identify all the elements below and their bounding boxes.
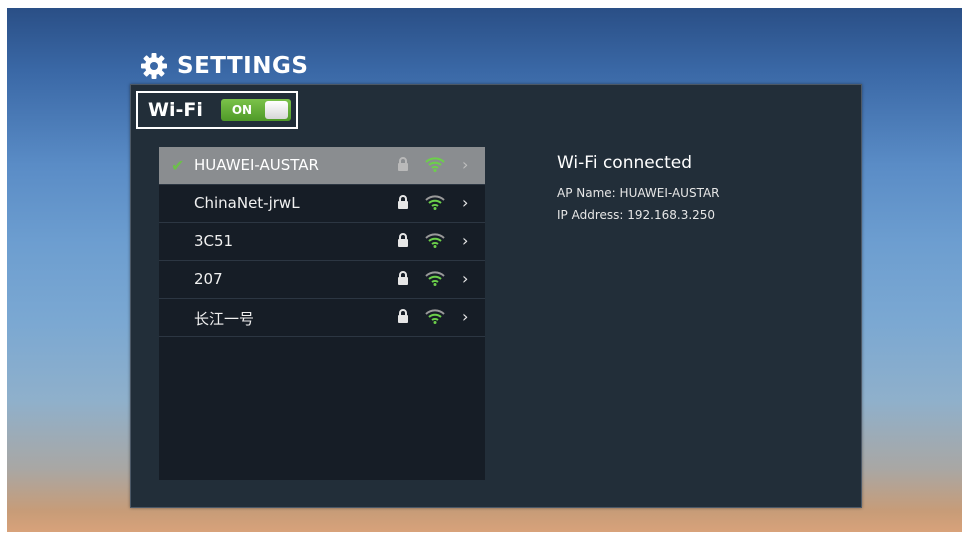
wifi-signal-icon [425, 233, 445, 252]
network-row[interactable]: 长江一号 › [159, 299, 485, 337]
network-row[interactable]: 207 › [159, 261, 485, 299]
wifi-signal-icon [425, 195, 445, 214]
network-name: 207 [194, 270, 223, 288]
network-list: ✔ HUAWEI-AUSTAR › ChinaNet-jrwL › 3C51 ›… [159, 147, 485, 480]
chevron-right-icon: › [462, 155, 469, 174]
network-row[interactable]: ✔ HUAWEI-AUSTAR › [159, 147, 485, 185]
network-name: HUAWEI-AUSTAR [194, 156, 319, 174]
lock-icon [397, 233, 409, 252]
network-name: ChinaNet-jrwL [194, 194, 300, 212]
chevron-right-icon: › [462, 307, 469, 326]
wifi-toggle-switch[interactable]: ON [220, 99, 291, 121]
wifi-toggle-row[interactable]: Wi-Fi ON [136, 91, 298, 129]
ap-name-line: AP Name: HUAWEI-AUSTAR [557, 186, 720, 200]
wifi-signal-icon [425, 309, 445, 328]
connection-status: Wi-Fi connected [557, 153, 692, 173]
chevron-right-icon: › [462, 193, 469, 212]
toggle-on-label: ON [231, 103, 253, 117]
lock-icon [397, 195, 409, 214]
checkmark-icon: ✔ [171, 156, 185, 175]
ap-name-label: AP Name: [557, 186, 616, 200]
page-title: SETTINGS [177, 53, 309, 79]
page-header: SETTINGS [139, 48, 308, 84]
gear-icon [139, 51, 169, 81]
ap-name-value: HUAWEI-AUSTAR [619, 186, 720, 200]
network-row[interactable]: ChinaNet-jrwL › [159, 185, 485, 223]
ip-address-line: IP Address: 192.168.3.250 [557, 208, 720, 222]
ip-address-value: 192.168.3.250 [627, 208, 716, 222]
chevron-right-icon: › [462, 269, 469, 288]
lock-icon [397, 271, 409, 290]
wifi-label: Wi-Fi [148, 99, 203, 121]
settings-panel: Wi-Fi ON ✔ HUAWEI-AUSTAR › ChinaNet-jrwL [130, 84, 862, 508]
lock-icon [397, 309, 409, 328]
lock-icon [397, 157, 409, 176]
connection-details: Wi-Fi connected AP Name: HUAWEI-AUSTAR I… [557, 153, 720, 230]
toggle-knob [264, 101, 288, 119]
chevron-right-icon: › [462, 231, 469, 250]
wifi-signal-icon [425, 157, 445, 176]
tv-screen: SETTINGS Wi-Fi ON ✔ HUAWEI-AUSTAR › Chin… [7, 8, 962, 532]
network-name: 3C51 [194, 232, 234, 250]
wifi-signal-icon [425, 271, 445, 290]
ip-address-label: IP Address: [557, 208, 624, 222]
network-name: 长江一号 [194, 310, 255, 328]
network-row[interactable]: 3C51 › [159, 223, 485, 261]
